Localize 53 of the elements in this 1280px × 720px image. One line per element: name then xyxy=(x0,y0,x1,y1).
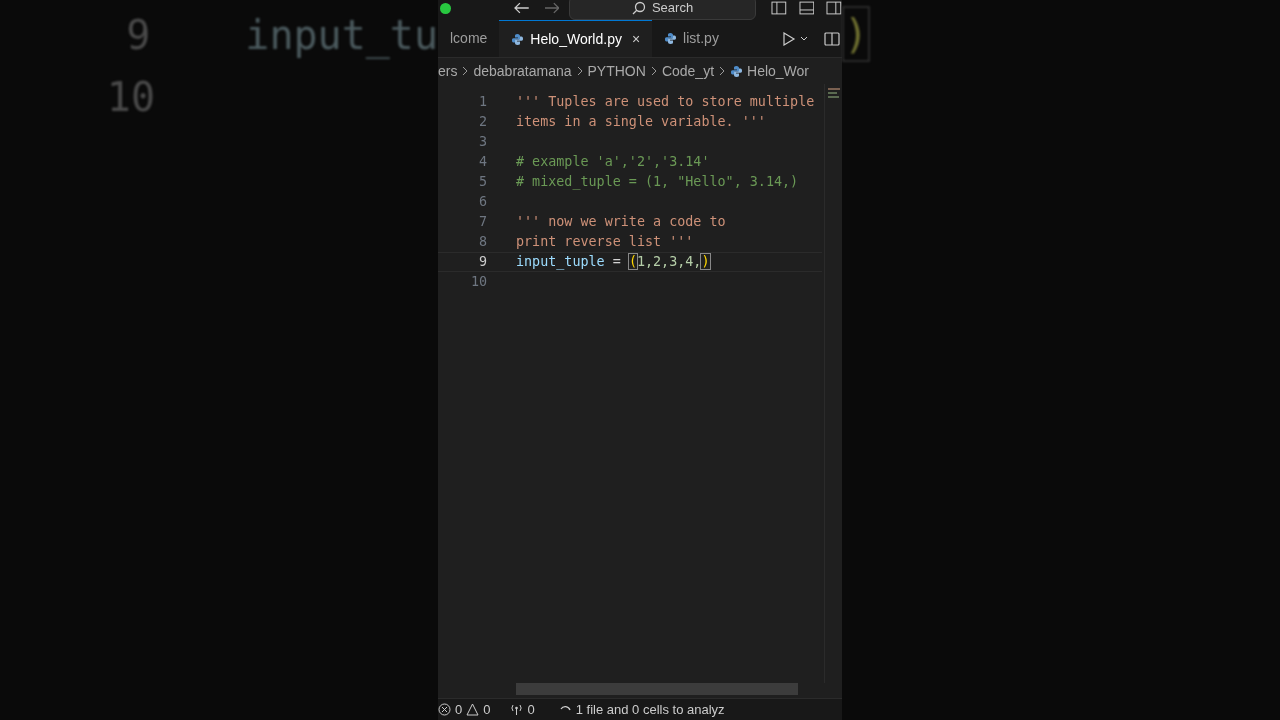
line-number: 6 xyxy=(477,192,487,211)
line-number: 2 xyxy=(477,112,487,131)
line-number: 10 xyxy=(105,73,155,122)
chevron-icon xyxy=(649,66,658,76)
code-line: items in a single variable. ''' xyxy=(516,112,766,131)
layout-icon[interactable] xyxy=(826,1,842,15)
code-line: ''' Tuples are used to store multiple xyxy=(516,92,815,111)
code-line: ''' now we write a code to xyxy=(516,212,726,231)
search-field[interactable]: Search xyxy=(569,0,756,20)
line-number: 4 xyxy=(477,152,487,171)
problems-status-item[interactable]: 0 0 xyxy=(438,699,491,720)
line-number: 8 xyxy=(477,232,487,251)
line-number: 10 xyxy=(469,272,487,291)
editor-tab[interactable]: lcome xyxy=(438,20,500,57)
chevron-icon xyxy=(461,66,470,76)
warning-icon xyxy=(466,703,480,716)
python-file-icon xyxy=(664,32,678,45)
line-number: 1 xyxy=(477,92,487,111)
chevron-icon xyxy=(575,66,584,76)
editor-tab[interactable]: list.py xyxy=(652,20,731,57)
line-number: 9 xyxy=(125,11,151,60)
line-number: 5 xyxy=(477,172,487,191)
code-text: input_tu xyxy=(245,11,438,61)
analysis-status-item[interactable]: 1 file and 0 cells to analyz xyxy=(558,699,725,720)
breadcrumb-item[interactable]: ers xyxy=(438,60,458,82)
python-file-icon xyxy=(730,64,744,78)
window-control-dot[interactable] xyxy=(440,2,451,14)
horizontal-scrollbar[interactable] xyxy=(516,683,798,695)
code-line: # example 'a','2','3.14' xyxy=(516,152,710,171)
breadcrumb-item[interactable]: Code_yt xyxy=(661,60,715,82)
code-line: print reverse list ''' xyxy=(516,232,694,251)
back-icon[interactable] xyxy=(513,2,530,14)
code-text: ) xyxy=(842,6,871,62)
chevron-icon xyxy=(718,66,727,76)
forward-icon[interactable] xyxy=(543,2,560,14)
ports-status-item[interactable]: 0 xyxy=(510,699,535,720)
breadcrumb-item[interactable]: PYTHON xyxy=(587,60,646,82)
close-icon[interactable]: × xyxy=(631,28,641,50)
antenna-icon xyxy=(510,703,524,716)
error-icon xyxy=(438,703,451,716)
breadcrumb-item[interactable]: Helo_Wor xyxy=(747,60,810,82)
code-line: input_tuple = (1,2,3,4,) xyxy=(516,252,710,272)
line-number: 9 xyxy=(477,252,487,271)
breadcrumb-item[interactable]: debabratamana xyxy=(473,60,572,82)
code-line: # mixed_tuple = (1, "Hello", 3.14,) xyxy=(516,172,799,192)
line-number: 7 xyxy=(477,212,487,231)
search-icon xyxy=(631,1,646,15)
editor-tab[interactable]: Helo_World.py × xyxy=(499,20,653,57)
layout-icon[interactable] xyxy=(770,1,787,15)
line-number: 3 xyxy=(477,132,487,151)
layout-icon[interactable] xyxy=(798,1,815,15)
split-editor-icon[interactable] xyxy=(824,31,840,46)
python-file-icon xyxy=(511,32,525,46)
